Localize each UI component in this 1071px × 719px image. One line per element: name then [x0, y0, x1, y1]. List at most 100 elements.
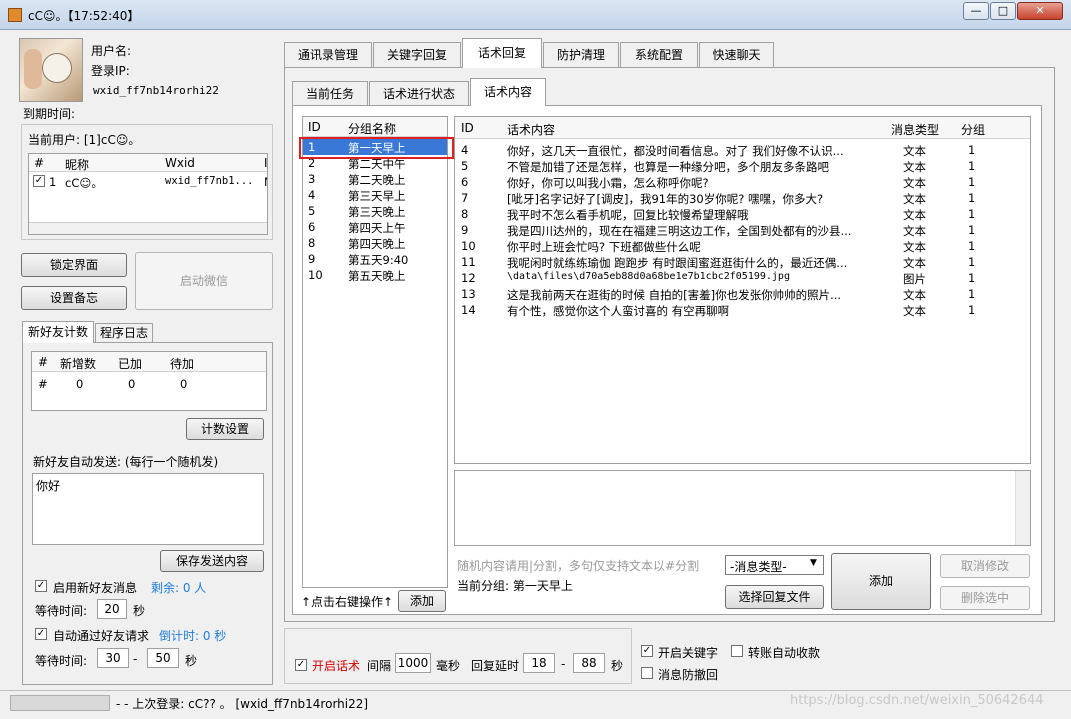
auto-send-textarea[interactable]: 你好 — [32, 473, 264, 545]
maximize-button[interactable]: □ — [990, 2, 1016, 20]
tab-script-reply[interactable]: 话术回复 — [462, 38, 542, 68]
group-list[interactable]: ID 分组名称 1 第一天早上 2 第二天中午 3 第二天晚上 4 第三天早上 5 第三天晚上 6 第… — [302, 116, 448, 588]
minimize-button[interactable]: — — [963, 2, 989, 20]
expire-label: 到期时间: — [23, 107, 76, 121]
tab-new-friend-count[interactable]: 新好友计数 — [22, 321, 94, 343]
tab-system-config[interactable]: 系统配置 — [620, 42, 698, 68]
anti-recall-label: 消息防撤回 — [658, 668, 719, 682]
set-memo-button[interactable]: 设置备忘 — [21, 286, 127, 310]
table-row[interactable]: 4 你好，这几天一直很忙，都没时间看信息。对了 我们好像不认识... 文本 1 — [455, 142, 1030, 158]
remaining-label: 剩余: 0 人 — [151, 581, 207, 595]
avatar — [19, 38, 83, 102]
enable-keyword-label: 开启关键字 — [658, 646, 719, 660]
wait-min-input[interactable]: 30 — [97, 648, 129, 668]
script-settings-group: ✓ 开启话术 间隔 1000 毫秒 回复延时 18 - 88 秒 — [284, 628, 632, 684]
tab-script-status[interactable]: 话术进行状态 — [369, 81, 469, 105]
list-item[interactable]: 9 第五天9:40 — [303, 251, 447, 267]
tab-current-task[interactable]: 当前任务 — [292, 81, 368, 105]
count-settings-button[interactable]: 计数设置 — [186, 418, 264, 440]
table-row[interactable]: 6 你好，你可以叫我小霜，怎么称呼你呢? 文本 1 — [455, 174, 1030, 190]
countdown-label: 倒计时: 0 秒 — [159, 629, 227, 643]
wait-time-label: 等待时间: — [35, 604, 88, 618]
current-user-group: 当前用户: [1]cC☺。 # 昵称 Wxid I ✓ 1 cC☺。 wxid_… — [21, 124, 273, 240]
table-row[interactable]: 9 我是四川达州的，现在在福建三明这边工作，全国到处都有的沙县... 文本 1 — [455, 222, 1030, 238]
horizontal-scrollbar[interactable] — [29, 222, 267, 234]
tab-program-log[interactable]: 程序日志 — [95, 323, 153, 343]
auto-accept-label: 自动通过好友请求 — [53, 629, 150, 643]
wxid-label: wxid_ff7nb14rorhi22 — [93, 84, 219, 97]
anti-recall-checkbox[interactable] — [641, 667, 653, 679]
status-text: - - 上次登录: cC?? 。 [wxid_ff7nb14rorhi22] — [116, 697, 369, 711]
lock-ui-button[interactable]: 锁定界面 — [21, 253, 127, 277]
title-bar: cC☺。【17:52:40】 — □ ✕ — [0, 0, 1071, 30]
auto-transfer-label: 转账自动收款 — [748, 646, 821, 660]
tab-contacts[interactable]: 通讯录管理 — [284, 42, 372, 68]
username-label: 用户名: — [91, 44, 132, 58]
list-item[interactable]: 6 第四天上午 — [303, 219, 447, 235]
enable-new-friend-checkbox[interactable]: ✓ — [35, 580, 47, 592]
user-table[interactable]: # 昵称 Wxid I ✓ 1 cC☺。 wxid_ff7nb1... M — [28, 153, 268, 235]
count-table[interactable]: # 新增数 已加 待加 # 0 0 0 — [31, 351, 267, 411]
table-row: # 0 0 0 — [38, 377, 188, 391]
cat-face-icon — [42, 53, 72, 83]
content-editor[interactable] — [454, 470, 1031, 546]
table-row[interactable]: 12 \data\files\d70a5eb88d0a68be1e7b1cbc2f… — [455, 270, 1030, 286]
user-checkbox[interactable]: ✓ — [33, 175, 45, 187]
left-tab-panel: # 新增数 已加 待加 # 0 0 0 计数设置 新好友自动发送: (每行一个随… — [22, 342, 273, 685]
vertical-scrollbar[interactable] — [1015, 471, 1030, 545]
progress-bar — [10, 695, 110, 711]
enable-keyword-checkbox[interactable]: ✓ — [641, 645, 653, 657]
close-button[interactable]: ✕ — [1017, 2, 1063, 20]
current-user-label: 当前用户: [1]cC☺。 — [28, 133, 141, 147]
table-row[interactable]: 7 [呲牙]名字记好了[调皮]，我91年的30岁你呢? 嘿嘿，你多大? 文本 1 — [455, 190, 1030, 206]
delay-max-input[interactable]: 88 — [573, 653, 605, 673]
list-item[interactable]: 5 第三天晚上 — [303, 203, 447, 219]
auto-send-label: 新好友自动发送: (每行一个随机发) — [33, 455, 219, 469]
wait-max-input[interactable]: 50 — [147, 648, 179, 668]
chevron-down-icon: ▼ — [810, 558, 817, 568]
interval-input[interactable]: 1000 — [395, 653, 431, 673]
window-title: cC☺。【17:52:40】 — [28, 9, 140, 23]
wait-time-label-2: 等待时间: — [35, 654, 88, 668]
delete-selected-button[interactable]: 删除选中 — [940, 586, 1030, 610]
add-group-button[interactable]: 添加 — [398, 590, 446, 612]
enable-new-friend-label: 启用新好友消息 — [53, 581, 138, 595]
table-row[interactable]: ✓ 1 cC☺。 wxid_ff7nb1... M — [29, 174, 267, 190]
list-item[interactable]: 10 第五天晚上 — [303, 267, 447, 283]
cancel-edit-button[interactable]: 取消修改 — [940, 554, 1030, 578]
list-item[interactable]: 3 第二天晚上 — [303, 171, 447, 187]
content-table[interactable]: ID 话术内容 消息类型 分组 4 你好，这几天一直很忙，都没时间看信息。对了 我… — [454, 116, 1031, 464]
tab-keyword-reply[interactable]: 关键字回复 — [373, 42, 461, 68]
table-row[interactable]: 8 我平时不怎么看手机呢，回复比较慢希望理解哦 文本 1 — [455, 206, 1030, 222]
auto-accept-checkbox[interactable]: ✓ — [35, 628, 47, 640]
table-row[interactable]: 10 你平时上班会忙吗? 下班都做些什么呢 文本 1 — [455, 238, 1030, 254]
enable-script-checkbox[interactable]: ✓ — [295, 659, 307, 671]
selection-highlight-box — [299, 137, 454, 159]
watermark: https://blog.csdn.net/weixin_50642644 — [790, 693, 1044, 708]
tab-script-content[interactable]: 话术内容 — [470, 78, 546, 106]
auto-transfer-checkbox[interactable] — [731, 645, 743, 657]
current-group-label: 当前分组: 第一天早上 — [457, 579, 573, 593]
wait-time-input[interactable]: 20 — [97, 599, 127, 619]
tab-protection-cleanup[interactable]: 防护清理 — [543, 42, 619, 68]
table-row[interactable]: 14 有个性，感觉你这个人蛮讨喜的 有空再聊啊 文本 1 — [455, 302, 1030, 318]
choose-reply-file-button[interactable]: 选择回复文件 — [725, 585, 824, 609]
list-item[interactable]: 8 第四天晚上 — [303, 235, 447, 251]
table-row[interactable]: 13 这是我前两天在逛街的时候 自拍的[害羞]你也发张你帅帅的照片... 文本 1 — [455, 286, 1030, 302]
status-bar: - - 上次登录: cC?? 。 [wxid_ff7nb14rorhi22] h… — [0, 690, 1071, 719]
table-row[interactable]: 5 不管是加错了还是怎样，也算是一种缘分吧，多个朋友多条路吧 文本 1 — [455, 158, 1030, 174]
table-row[interactable]: 11 我呢闲时就练练瑜伽 跑跑步 有时跟闺蜜逛逛街什么的，最近还偶... 文本 1 — [455, 254, 1030, 270]
user-table-header: # 昵称 Wxid I — [29, 154, 267, 172]
start-wechat-button[interactable]: 启动微信 — [135, 252, 273, 310]
message-type-select[interactable]: -消息类型- ▼ — [725, 555, 824, 575]
delay-min-input[interactable]: 18 — [523, 653, 555, 673]
add-button[interactable]: 添加 — [831, 553, 931, 610]
list-item[interactable]: 4 第三天早上 — [303, 187, 447, 203]
enable-script-label: 开启话术 — [312, 659, 361, 673]
right-click-hint: ↑点击右键操作↑ — [301, 595, 394, 609]
editor-hint: 随机内容请用|分割，多句仅支持文本以#分割 — [457, 559, 700, 573]
tab-quick-chat[interactable]: 快速聊天 — [699, 42, 774, 68]
app-icon — [8, 8, 22, 22]
save-send-content-button[interactable]: 保存发送内容 — [160, 550, 264, 572]
login-ip-label: 登录IP: — [91, 64, 130, 78]
